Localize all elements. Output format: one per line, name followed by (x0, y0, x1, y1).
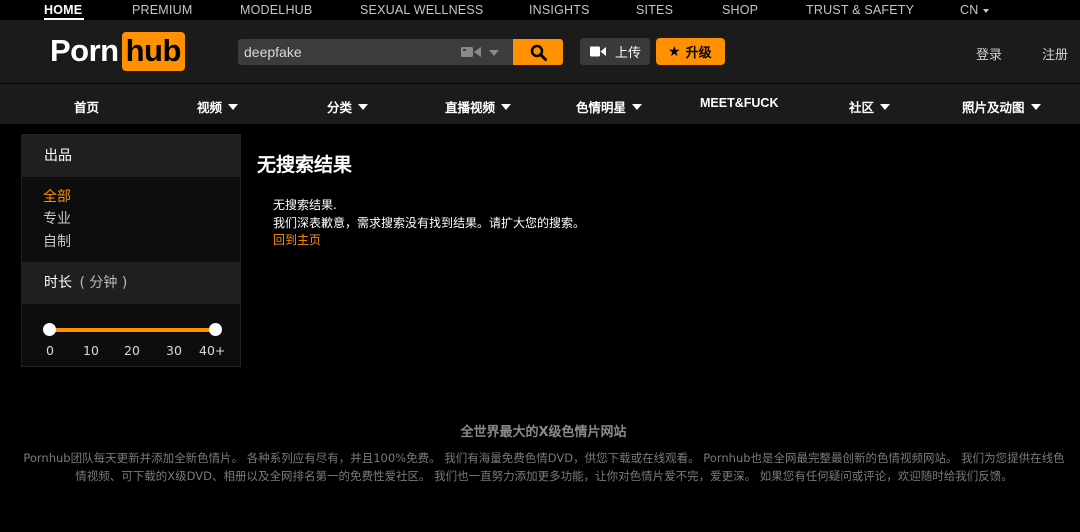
login-link[interactable]: 登录 (976, 44, 1002, 63)
footer-title: 全世界最大的X级色情片网站 (460, 425, 627, 440)
nav-item-videos[interactable]: 视频 (197, 97, 239, 116)
production-filter-all[interactable]: 全部 (43, 186, 71, 206)
header: Porn hub 上传 ★ 升级 登录 注册 (0, 20, 1080, 83)
nav-item-label: 分类 (327, 100, 353, 115)
topbar-home-link[interactable]: HOME (44, 3, 82, 17)
chevron-down-icon (501, 104, 512, 110)
duration-tick: 0 (46, 343, 54, 358)
nav-item-community[interactable]: 社区 (849, 97, 891, 116)
logo-text-right: hub (121, 31, 185, 71)
duration-tick: 40+ (199, 343, 226, 358)
chevron-down-icon (632, 104, 643, 110)
duration-tick: 30 (166, 343, 182, 358)
chevron-down-icon (1030, 104, 1041, 110)
duration-slider[interactable] (43, 323, 222, 337)
duration-slider-max-handle[interactable] (209, 323, 222, 336)
language-selector[interactable]: CN (960, 3, 990, 17)
topbar-modelhub-link[interactable]: MODELHUB (240, 3, 312, 17)
nav-item-label: 照片及动图 (962, 100, 1025, 115)
chevron-down-icon (358, 104, 369, 110)
upload-button[interactable]: 上传 (580, 38, 650, 65)
production-filter-homemade[interactable]: 自制 (43, 231, 71, 251)
top-bar: HOME PREMIUM MODELHUB SEXUAL WELLNESS IN… (0, 0, 1080, 20)
chevron-down-icon (880, 104, 891, 110)
duration-tick: 10 (83, 343, 99, 358)
nav-item-categories[interactable]: 分类 (327, 97, 369, 116)
footer-description: Pornhub团队每天更新并添加全新色情片。 各种系列应有尽有，并且100%免费… (23, 451, 1065, 483)
search-button[interactable] (513, 39, 563, 65)
topbar-sexual-wellness-link[interactable]: SEXUAL WELLNESS (360, 3, 483, 17)
production-filter-header: 出品 (22, 135, 240, 177)
duration-slider-track (49, 328, 215, 332)
search-filter-dropdown-icon[interactable] (489, 50, 499, 56)
no-results-message: 无搜索结果. (273, 198, 337, 212)
filter-sidebar: 出品 全部 专业 自制 时长 ( 分钟 ) 0 10 20 30 40+ (21, 134, 241, 367)
nav-item-home[interactable]: 首页 (74, 97, 99, 116)
duration-slider-min-handle[interactable] (43, 323, 56, 336)
search-icon (530, 44, 547, 61)
language-label: CN (960, 3, 979, 17)
video-camera-icon[interactable] (461, 46, 481, 58)
nav-item-label: 色情明星 (576, 100, 627, 115)
nav-item-pornstars[interactable]: 色情明星 (576, 97, 643, 116)
topbar-trust-safety-link[interactable]: TRUST & SAFETY (806, 3, 914, 17)
upgrade-label: 升级 (685, 46, 712, 61)
production-filter-professional[interactable]: 专业 (43, 208, 71, 228)
chevron-down-icon (228, 104, 239, 110)
nav-item-photos-gifs[interactable]: 照片及动图 (962, 97, 1041, 116)
back-to-home-link[interactable]: 回到主页 (273, 231, 321, 248)
nav-item-label: 直播视频 (445, 100, 496, 115)
star-icon: ★ (668, 43, 681, 60)
no-results-apology: 我们深表歉意，需求搜索没有找到结果。请扩大您的搜索。 (273, 216, 586, 230)
chevron-down-icon (983, 8, 990, 13)
site-logo[interactable]: Porn hub (50, 30, 185, 72)
logo-text-left: Porn (50, 33, 119, 68)
topbar-premium-link[interactable]: PREMIUM (132, 3, 192, 17)
nav-item-live[interactable]: 直播视频 (445, 97, 512, 116)
search-bar (238, 39, 563, 65)
duration-title: 时长 (44, 275, 72, 291)
duration-tick: 20 (124, 343, 140, 358)
duration-filter-header: 时长 ( 分钟 ) (22, 262, 240, 304)
main-nav: 首页 视频 分类 直播视频 色情明星 MEET&FUCK 社区 照片及动图 (0, 84, 1080, 124)
page-title: 无搜索结果 (257, 154, 353, 176)
duration-unit: ( 分钟 ) (79, 275, 128, 291)
topbar-sites-link[interactable]: SITES (636, 3, 673, 17)
topbar-insights-link[interactable]: INSIGHTS (529, 3, 590, 17)
video-camera-icon (590, 46, 606, 57)
upgrade-button[interactable]: ★ 升级 (656, 38, 725, 65)
topbar-shop-link[interactable]: SHOP (722, 3, 758, 17)
nav-item-label: 社区 (849, 100, 875, 115)
nav-item-label: 视频 (197, 100, 223, 115)
nav-item-meet-fuck[interactable]: MEET&FUCK (700, 96, 778, 110)
register-link[interactable]: 注册 (1042, 44, 1068, 63)
upload-label: 上传 (615, 46, 642, 61)
